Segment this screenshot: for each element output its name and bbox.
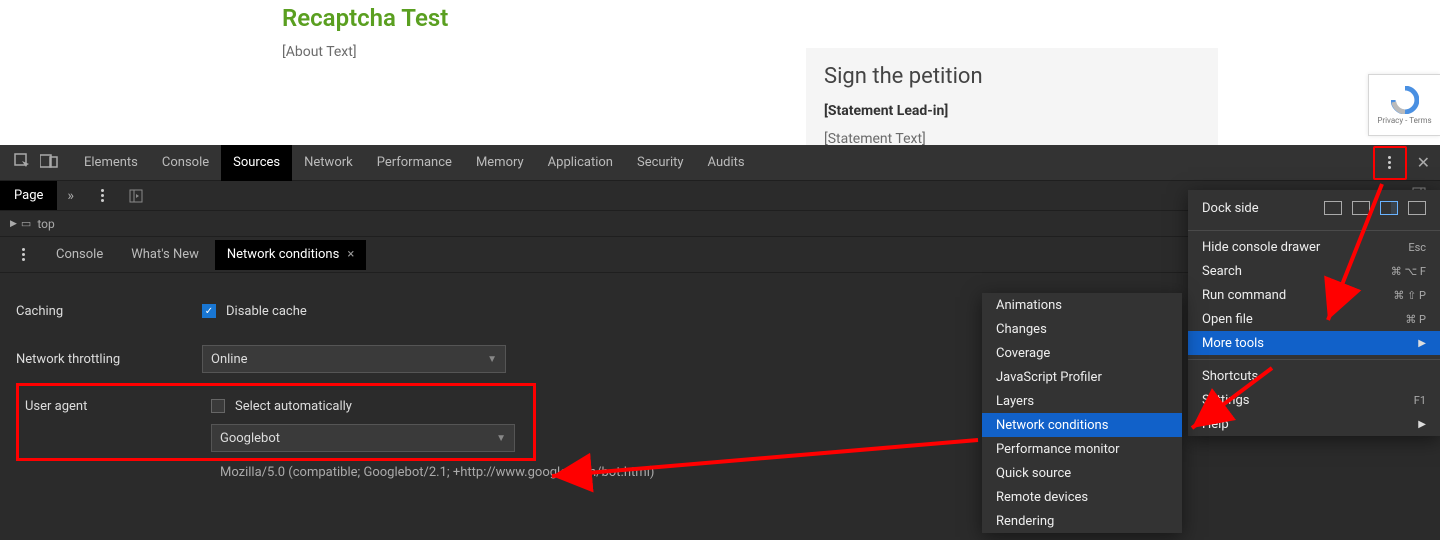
tab-sources[interactable]: Sources (221, 145, 292, 181)
devtools-menu-button[interactable] (1381, 154, 1399, 172)
submenu-arrow-icon: ▶ (1418, 419, 1426, 430)
sources-nav-menu-icon[interactable] (94, 187, 112, 205)
menu-shortcuts[interactable]: Shortcuts (1188, 364, 1440, 388)
petition-title: Sign the petition (824, 64, 1200, 89)
menu-help[interactable]: Help▶ (1188, 412, 1440, 436)
dock-bottom-icon[interactable] (1380, 201, 1398, 215)
sources-overflow-icon[interactable]: » (57, 181, 84, 210)
menu-more-tools[interactable]: More tools▶ (1188, 331, 1440, 355)
devtools-tabbar: Elements Console Sources Network Perform… (0, 145, 1440, 181)
throttling-select[interactable]: Online ▼ (202, 345, 506, 373)
frame-icon: ▭ (21, 217, 31, 230)
tools-javascript-profiler[interactable]: JavaScript Profiler (982, 365, 1182, 389)
disable-cache-checkbox[interactable]: ✓ (202, 304, 216, 318)
tab-console[interactable]: Console (150, 145, 221, 181)
tools-animations[interactable]: Animations (982, 293, 1182, 317)
tools-changes[interactable]: Changes (982, 317, 1182, 341)
inspect-icon[interactable] (14, 153, 30, 173)
tab-security[interactable]: Security (625, 145, 696, 181)
tools-performance-monitor[interactable]: Performance monitor (982, 437, 1182, 461)
close-tab-icon[interactable]: × (347, 247, 354, 262)
devtools-main-menu: Dock side Hide console drawerEsc Search⌘… (1188, 190, 1440, 436)
tab-audits[interactable]: Audits (696, 145, 757, 181)
throttling-label: Network throttling (16, 352, 202, 367)
menu-open-file[interactable]: Open file⌘ P (1188, 307, 1440, 331)
tools-coverage[interactable]: Coverage (982, 341, 1182, 365)
tree-label: top (37, 217, 54, 231)
tree-expand-icon: ▶ (10, 219, 17, 229)
recaptcha-badge[interactable]: Privacy - Terms (1368, 74, 1440, 136)
drawer-tab-whatsnew[interactable]: What's New (119, 240, 211, 270)
tools-rendering[interactable]: Rendering (982, 509, 1182, 533)
user-agent-select[interactable]: Googlebot ▼ (211, 424, 515, 452)
menu-settings[interactable]: SettingsF1 (1188, 388, 1440, 412)
user-agent-highlight-box: User agent Select automatically Googlebo… (16, 383, 536, 461)
drawer-menu-icon[interactable] (14, 246, 32, 264)
menu-search[interactable]: Search⌘ ⌥ F (1188, 259, 1440, 283)
menu-run-command[interactable]: Run command⌘ ⇧ P (1188, 283, 1440, 307)
tools-layers[interactable]: Layers (982, 389, 1182, 413)
dock-undock-icon[interactable] (1324, 201, 1342, 215)
chevron-down-icon: ▼ (487, 354, 497, 365)
user-agent-value: Googlebot (220, 431, 280, 446)
submenu-arrow-icon: ▶ (1418, 338, 1426, 349)
ua-select-row: Googlebot ▼ (25, 422, 527, 454)
device-toggle-icon[interactable] (40, 154, 58, 172)
recaptcha-privacy-terms[interactable]: Privacy - Terms (1377, 116, 1431, 125)
user-agent-label: User agent (25, 399, 211, 414)
tab-application[interactable]: Application (536, 145, 625, 181)
dock-side-row: Dock side (1188, 190, 1440, 226)
devtools-close-button[interactable]: ✕ (1417, 153, 1430, 172)
user-agent-string: Mozilla/5.0 (compatible; Googlebot/2.1; … (220, 465, 1424, 480)
throttling-value: Online (211, 352, 248, 367)
tools-network-conditions[interactable]: Network conditions (982, 413, 1182, 437)
caching-label: Caching (16, 304, 202, 319)
dock-right-icon[interactable] (1408, 201, 1426, 215)
kebab-highlight-box (1373, 146, 1407, 180)
dock-left-icon[interactable] (1352, 201, 1370, 215)
tab-performance[interactable]: Performance (365, 145, 464, 181)
page-title: Recaptcha Test (282, 0, 1440, 32)
tab-elements[interactable]: Elements (72, 145, 150, 181)
tab-network[interactable]: Network (292, 145, 365, 181)
webpage-content: Recaptcha Test [About Text] Sign the pet… (0, 0, 1440, 145)
toggle-navigator-icon[interactable] (122, 181, 150, 210)
menu-hide-drawer[interactable]: Hide console drawerEsc (1188, 235, 1440, 259)
sources-page-tab[interactable]: Page (0, 181, 57, 210)
more-tools-submenu: AnimationsChangesCoverageJavaScript Prof… (982, 293, 1182, 533)
ua-auto-checkbox[interactable] (211, 399, 225, 413)
tools-quick-source[interactable]: Quick source (982, 461, 1182, 485)
ua-auto-label: Select automatically (235, 399, 352, 414)
ua-auto-row: User agent Select automatically (25, 390, 527, 422)
drawer-tab-console[interactable]: Console (44, 240, 115, 270)
tab-memory[interactable]: Memory (464, 145, 536, 181)
chevron-down-icon: ▼ (496, 433, 506, 444)
dock-side-label: Dock side (1202, 201, 1259, 216)
recaptcha-icon (1391, 86, 1419, 114)
tools-remote-devices[interactable]: Remote devices (982, 485, 1182, 509)
disable-cache-label: Disable cache (226, 304, 307, 319)
drawer-tab-network-conditions[interactable]: Network conditions× (215, 240, 366, 270)
petition-lead: [Statement Lead-in] (824, 103, 1200, 119)
